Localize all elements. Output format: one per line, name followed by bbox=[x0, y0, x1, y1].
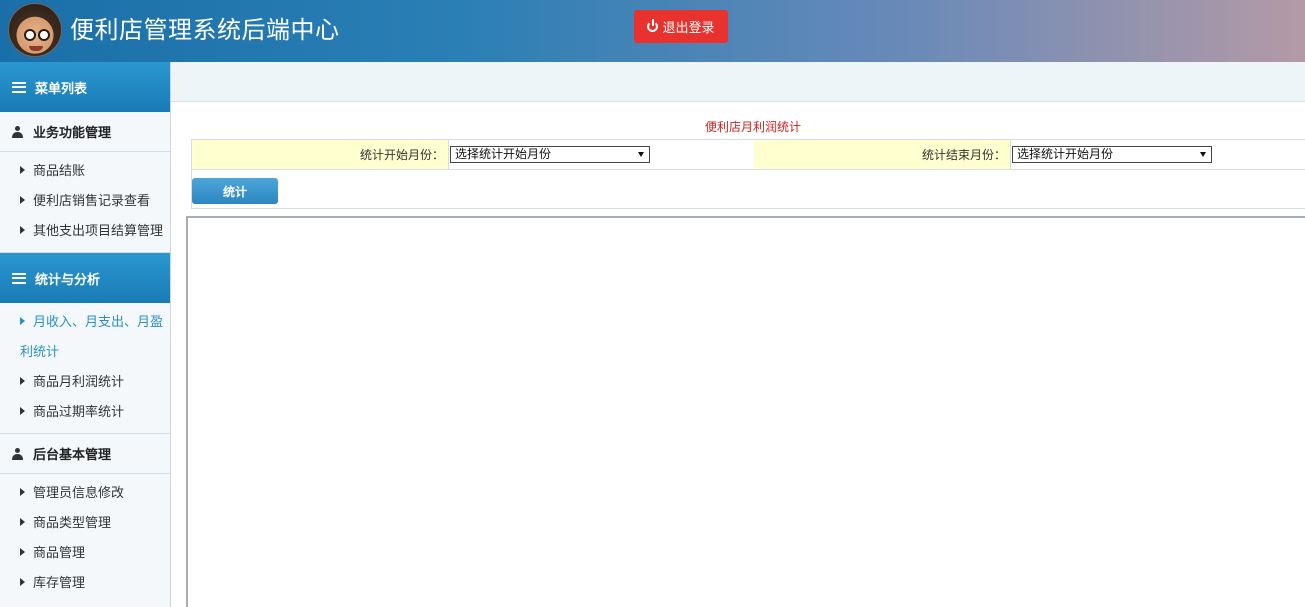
group-admin[interactable]: 后台基本管理 bbox=[0, 434, 170, 474]
start-month-select-value: 选择统计开始月份 bbox=[455, 147, 552, 161]
form-row: 统计开始月份： 选择统计开始月份 统计结束月份： 选择统计开始月份 bbox=[192, 140, 1305, 170]
sidebar-item-checkout[interactable]: 商品结账 bbox=[0, 157, 170, 187]
sidebar-item-sales-records[interactable]: 便利店销售记录查看 bbox=[0, 187, 170, 217]
sidebar-item-inventory[interactable]: 库存管理 bbox=[0, 569, 170, 599]
sidebar-item-product-profit[interactable]: 商品月利润统计 bbox=[0, 368, 170, 398]
caret-right-icon bbox=[20, 377, 25, 385]
caret-right-icon bbox=[20, 317, 25, 325]
group-admin-title: 后台基本管理 bbox=[33, 448, 112, 463]
caret-right-icon bbox=[20, 518, 25, 526]
group-admin-items: 管理员信息修改 商品类型管理 商品管理 库存管理 bbox=[0, 474, 170, 604]
group-statistics-header[interactable]: 统计与分析 bbox=[0, 253, 170, 303]
sidebar-item-label: 库存管理 bbox=[33, 576, 86, 591]
caret-right-icon bbox=[20, 578, 25, 586]
list-icon bbox=[12, 272, 26, 284]
caret-right-icon bbox=[20, 166, 25, 174]
sidebar-item-expiry-rate[interactable]: 商品过期率统计 bbox=[0, 398, 170, 428]
sidebar-item-other-expenses[interactable]: 其他支出项目结算管理 bbox=[0, 217, 170, 247]
sidebar-item-category[interactable]: 商品类型管理 bbox=[0, 509, 170, 539]
power-icon bbox=[647, 19, 659, 32]
sidebar-item-monthly-stats-cont[interactable]: 利统计 bbox=[0, 338, 170, 368]
caret-right-icon bbox=[20, 226, 25, 234]
sidebar-item-products[interactable]: 商品管理 bbox=[0, 539, 170, 569]
statistics-button[interactable]: 统计 bbox=[192, 178, 278, 204]
sidebar-item-label: 月收入、月支出、月盈 bbox=[33, 315, 164, 330]
end-month-label: 统计结束月份： bbox=[754, 140, 1010, 169]
sidebar-item-label: 利统计 bbox=[20, 345, 60, 360]
end-month-select[interactable]: 选择统计开始月份 bbox=[1012, 146, 1212, 163]
content-topbar bbox=[171, 62, 1305, 102]
sidebar-item-label: 商品管理 bbox=[33, 546, 86, 561]
group-statistics-items: 月收入、月支出、月盈 利统计 商品月利润统计 商品过期率统计 bbox=[0, 303, 170, 434]
app-title: 便利店管理系统后端中心 bbox=[70, 16, 340, 44]
menu-list-title: 菜单列表 bbox=[35, 81, 88, 97]
end-month-cell: 选择统计开始月份 bbox=[1010, 140, 1305, 169]
caret-right-icon bbox=[20, 196, 25, 204]
sidebar-item-admin-info[interactable]: 管理员信息修改 bbox=[0, 479, 170, 509]
sidebar-item-label: 商品结账 bbox=[33, 164, 86, 179]
user-icon bbox=[12, 447, 23, 460]
sidebar-item-label: 管理员信息修改 bbox=[33, 486, 125, 501]
start-month-cell: 选择统计开始月份 bbox=[448, 140, 754, 169]
end-month-select-value: 选择统计开始月份 bbox=[1017, 147, 1114, 161]
dropdown-arrow-icon bbox=[1200, 152, 1206, 157]
avatar bbox=[8, 3, 62, 57]
dropdown-arrow-icon bbox=[638, 152, 644, 157]
stats-form: 统计开始月份： 选择统计开始月份 统计结束月份： 选择统计开始月份 统计 bbox=[191, 139, 1305, 209]
sidebar-item-monthly-stats[interactable]: 月收入、月支出、月盈 bbox=[0, 308, 170, 338]
list-icon bbox=[12, 81, 26, 93]
sidebar-item-label: 商品月利润统计 bbox=[33, 375, 125, 390]
group-statistics-title: 统计与分析 bbox=[35, 272, 101, 288]
sidebar: 菜单列表 业务功能管理 商品结账 便利店销售记录查看 其他支出项目结算管理 统计… bbox=[0, 62, 171, 607]
sidebar-item-label: 其他支出项目结算管理 bbox=[33, 224, 164, 239]
caret-right-icon bbox=[20, 407, 25, 415]
group-business-title: 业务功能管理 bbox=[33, 126, 112, 141]
logout-button[interactable]: 退出登录 bbox=[634, 10, 728, 43]
start-month-label: 统计开始月份： bbox=[192, 140, 448, 169]
sidebar-item-label: 商品过期率统计 bbox=[33, 405, 125, 420]
user-icon bbox=[12, 125, 23, 138]
sidebar-item-label: 商品类型管理 bbox=[33, 516, 112, 531]
app-header: 便利店管理系统后端中心 退出登录 bbox=[0, 0, 1305, 62]
caret-right-icon bbox=[20, 548, 25, 556]
caret-right-icon bbox=[20, 488, 25, 496]
report-title: 便利店月利润统计 bbox=[705, 120, 802, 134]
group-business-items: 商品结账 便利店销售记录查看 其他支出项目结算管理 bbox=[0, 152, 170, 253]
chart-area bbox=[186, 216, 1305, 607]
logout-label: 退出登录 bbox=[662, 21, 715, 36]
group-business[interactable]: 业务功能管理 bbox=[0, 112, 170, 152]
sidebar-item-label: 便利店销售记录查看 bbox=[33, 194, 151, 209]
menu-list-header: 菜单列表 bbox=[0, 62, 170, 112]
start-month-select[interactable]: 选择统计开始月份 bbox=[450, 146, 650, 163]
